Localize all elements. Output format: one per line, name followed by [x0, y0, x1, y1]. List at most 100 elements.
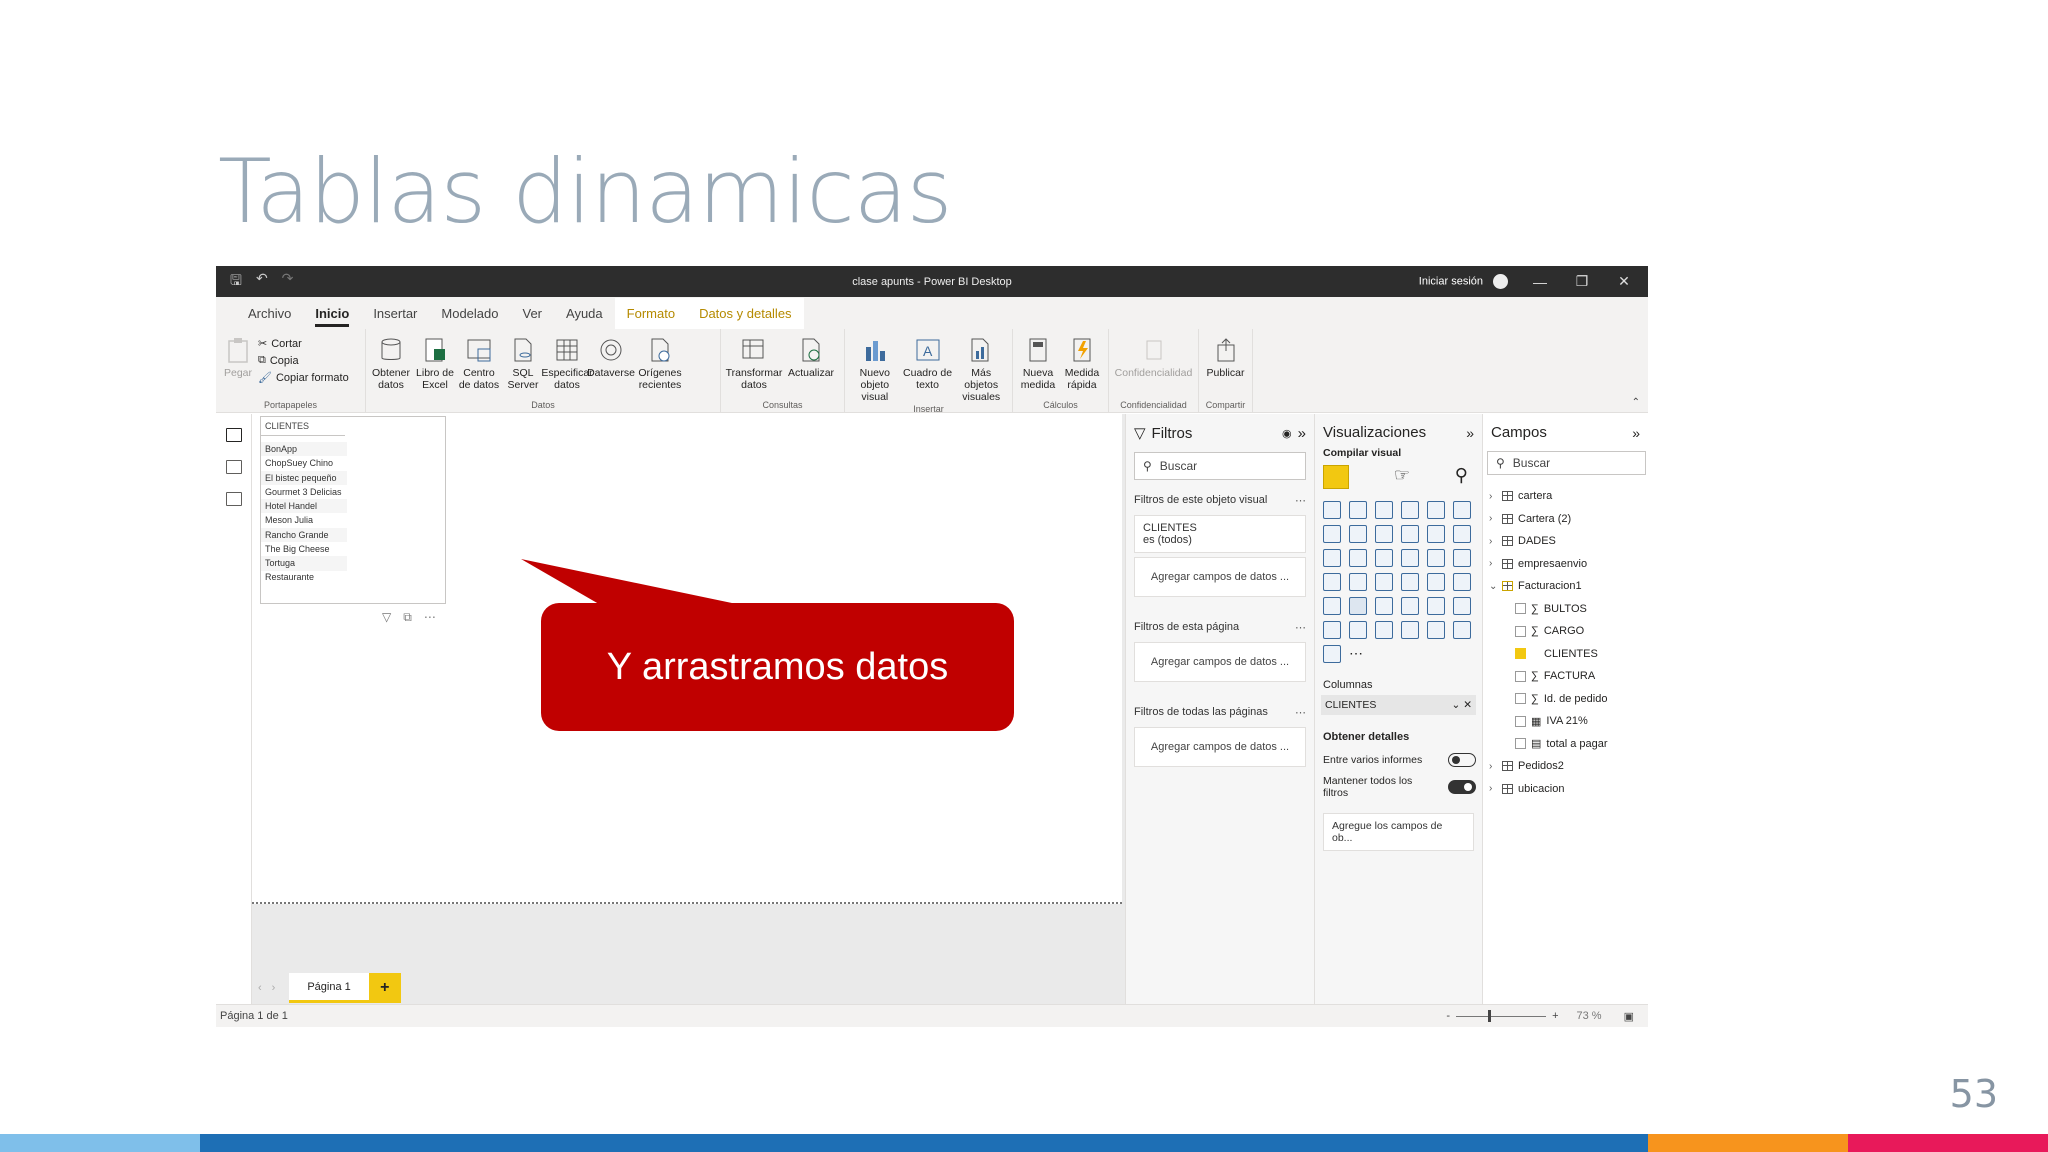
power-apps-icon[interactable]: [1453, 621, 1471, 639]
treemap-icon[interactable]: [1453, 549, 1471, 567]
area-chart-icon[interactable]: [1349, 525, 1367, 543]
add-all-pages-filter[interactable]: Agregar campos de datos ...: [1134, 727, 1306, 767]
map-icon[interactable]: [1323, 573, 1341, 591]
stacked-bar-icon[interactable]: [1323, 501, 1341, 519]
slicer-icon[interactable]: [1323, 597, 1341, 615]
new-visual-button[interactable]: Nuevo objeto visual: [849, 331, 901, 403]
redo-icon[interactable]: ↷: [282, 270, 294, 294]
cross-report-toggle[interactable]: [1448, 753, 1476, 767]
more-visuals-icon[interactable]: ⋯: [1349, 645, 1369, 663]
undo-icon[interactable]: ↶: [256, 270, 268, 294]
paste-button[interactable]: Pegar: [220, 331, 256, 399]
tab-inicio[interactable]: Inicio: [303, 306, 361, 329]
add-page-filter[interactable]: Agregar campos de datos ...: [1134, 642, 1306, 682]
field-row[interactable]: ∑ BULTOS: [1489, 598, 1642, 621]
collapse-viz-icon[interactable]: »: [1466, 425, 1474, 441]
fit-page-icon[interactable]: ▣: [1624, 1010, 1634, 1023]
pie-icon[interactable]: [1401, 549, 1419, 567]
get-data-button[interactable]: Obtener datos: [370, 331, 412, 399]
tab-ayuda[interactable]: Ayuda: [554, 306, 615, 329]
quick-measure-button[interactable]: Medida rápida: [1061, 331, 1103, 399]
copy-button[interactable]: ⧉ Copia: [258, 354, 349, 367]
tab-archivo[interactable]: Archivo: [236, 306, 303, 329]
publish-button[interactable]: Publicar: [1203, 331, 1248, 399]
tab-datos-detalles[interactable]: Datos y detalles: [687, 298, 804, 329]
format-visual-icon[interactable]: ☞: [1394, 465, 1410, 489]
report-canvas[interactable]: CLIENTES BonApp ChopSuey Chino El bistec…: [252, 414, 1122, 904]
field-row[interactable]: ▦ IVA 21%: [1489, 710, 1642, 733]
stacked-area-icon[interactable]: [1375, 525, 1393, 543]
focus-mode-icon[interactable]: ⧉: [403, 610, 412, 625]
next-page-icon[interactable]: ›: [272, 982, 276, 994]
multirow-card-icon[interactable]: [1427, 573, 1445, 591]
ribbon-chart-icon[interactable]: [1453, 525, 1471, 543]
close-icon[interactable]: ✕: [1614, 273, 1634, 290]
key-influencers-icon[interactable]: [1453, 597, 1471, 615]
table-node[interactable]: › empresaenvio: [1489, 553, 1642, 576]
table-visual[interactable]: CLIENTES BonApp ChopSuey Chino El bistec…: [260, 416, 446, 604]
field-row[interactable]: ∑ FACTURA: [1489, 665, 1642, 688]
table-node[interactable]: › DADES: [1489, 530, 1642, 553]
qa-icon[interactable]: [1349, 621, 1367, 639]
scatter-icon[interactable]: [1375, 549, 1393, 567]
table-node-expanded[interactable]: ⌄ Facturacion1: [1489, 575, 1642, 598]
sensitivity-button[interactable]: Confidencialidad: [1113, 331, 1194, 399]
table-icon[interactable]: [1349, 597, 1367, 615]
filled-map-icon[interactable]: [1349, 573, 1367, 591]
enter-data-button[interactable]: Especificar datos: [541, 331, 593, 399]
report-view-icon[interactable]: [225, 428, 242, 442]
more-options-icon[interactable]: ⋯: [424, 610, 436, 625]
text-box-button[interactable]: A Cuadro de texto: [903, 331, 953, 403]
field-row[interactable]: ∑ CARGO: [1489, 620, 1642, 643]
line-stacked-column-icon[interactable]: [1427, 525, 1445, 543]
cut-button[interactable]: ✂ Cortar: [258, 337, 349, 351]
signin-button[interactable]: Iniciar sesión: [1419, 274, 1508, 289]
sql-server-button[interactable]: SQL Server: [502, 331, 544, 399]
arcgis-icon[interactable]: [1427, 621, 1445, 639]
decomposition-tree-icon[interactable]: [1323, 621, 1341, 639]
minimize-icon[interactable]: —: [1530, 274, 1550, 290]
line-chart-icon[interactable]: [1323, 525, 1341, 543]
card-icon[interactable]: [1401, 573, 1419, 591]
funnel-icon[interactable]: [1349, 549, 1367, 567]
kpi-icon[interactable]: [1453, 573, 1471, 591]
matrix-icon[interactable]: [1375, 597, 1393, 615]
eye-icon[interactable]: ◉: [1282, 427, 1292, 440]
tab-insertar[interactable]: Insertar: [361, 306, 429, 329]
line-column-icon[interactable]: [1401, 525, 1419, 543]
zoom-slider[interactable]: [1456, 1009, 1547, 1022]
data-view-icon[interactable]: [225, 460, 242, 474]
analytics-icon[interactable]: ⚲: [1455, 465, 1468, 489]
clustered-bar-icon[interactable]: [1375, 501, 1393, 519]
dataverse-button[interactable]: Dataverse: [587, 331, 635, 399]
refresh-button[interactable]: Actualizar: [785, 331, 837, 399]
stacked-column-icon[interactable]: [1349, 501, 1367, 519]
bar-100-icon[interactable]: [1427, 501, 1445, 519]
save-icon[interactable]: 🖫: [230, 270, 242, 294]
field-row[interactable]: CLIENTES: [1489, 643, 1642, 666]
model-view-icon[interactable]: [225, 492, 242, 506]
add-drill-fields[interactable]: Agregue los campos de ob...: [1323, 813, 1474, 851]
zoom-in-button[interactable]: +: [1552, 1010, 1558, 1022]
recent-sources-button[interactable]: Orígenes recientes: [634, 331, 686, 399]
filter-card[interactable]: CLIENTES es (todos): [1134, 515, 1306, 553]
donut-icon[interactable]: [1427, 549, 1445, 567]
narrative-icon[interactable]: [1375, 621, 1393, 639]
new-measure-button[interactable]: Nueva medida: [1017, 331, 1059, 399]
tab-modelado[interactable]: Modelado: [429, 306, 510, 329]
excel-button[interactable]: Libro de Excel: [414, 331, 456, 399]
zoom-out-button[interactable]: -: [1446, 1010, 1450, 1022]
format-painter-button[interactable]: 🖌 Copiar formato: [258, 371, 349, 385]
add-page-button[interactable]: +: [368, 973, 401, 1003]
columns-well[interactable]: CLIENTES ⌄ ✕: [1321, 695, 1476, 715]
more-visuals-button[interactable]: Más objetos visuales: [954, 331, 1008, 403]
python-visual-icon[interactable]: [1427, 597, 1445, 615]
table-node[interactable]: › Pedidos2: [1489, 755, 1642, 778]
table-visual-icon[interactable]: [1323, 465, 1349, 489]
table-node[interactable]: › ubicacion: [1489, 778, 1642, 801]
tab-ver[interactable]: Ver: [511, 306, 555, 329]
data-hub-button[interactable]: Centro de datos: [458, 331, 500, 399]
table-node[interactable]: › Cartera (2): [1489, 508, 1642, 531]
prev-page-icon[interactable]: ‹: [258, 982, 262, 994]
r-visual-icon[interactable]: [1401, 597, 1419, 615]
